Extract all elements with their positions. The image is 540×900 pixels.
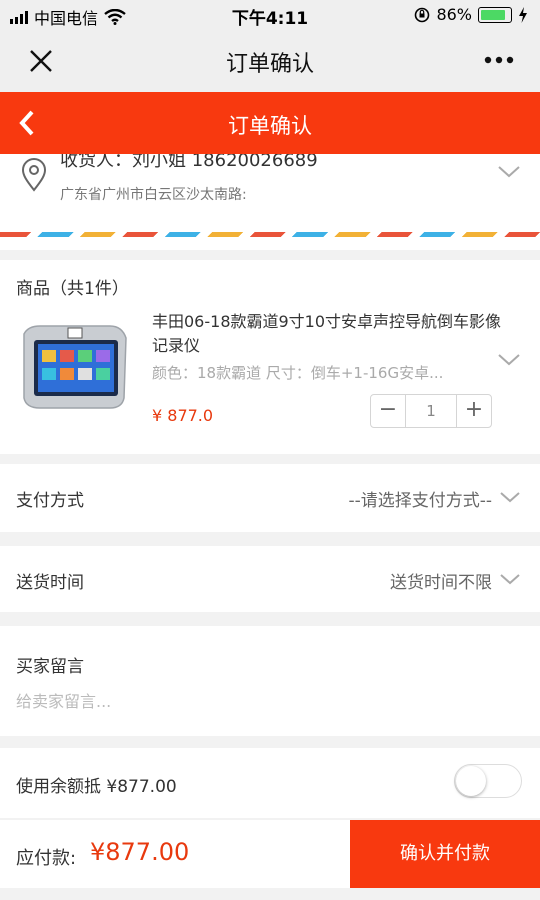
chevron-down-icon bbox=[498, 166, 520, 178]
chevron-down-icon[interactable] bbox=[498, 354, 520, 366]
product-spec: 颜色：18款霸道 尺寸：倒车+1-16G安卓... bbox=[152, 364, 444, 382]
due-label: 应付款: bbox=[16, 848, 77, 869]
address-detail: 广东省广州市白云区沙太南路: bbox=[60, 187, 247, 203]
product-image[interactable] bbox=[18, 320, 130, 416]
message-label: 买家留言 bbox=[16, 657, 84, 677]
orientation-lock-icon bbox=[415, 7, 430, 22]
balance-toggle[interactable] bbox=[454, 764, 522, 798]
message-input[interactable]: 给卖家留言... bbox=[16, 688, 111, 712]
payment-label: 支付方式 bbox=[16, 491, 84, 511]
payment-value: --请选择支付方式-- bbox=[348, 491, 492, 511]
toggle-knob bbox=[456, 766, 486, 796]
delivery-time-row[interactable]: 送货时间 送货时间不限 bbox=[0, 546, 540, 612]
battery-percent: 86% bbox=[436, 5, 472, 24]
goods-section: 商品（共1件） 丰田06-18款霸道9寸10寸安卓声控导航倒车影像记录仪 颜色：… bbox=[0, 260, 540, 454]
page-title: 订单确认 bbox=[228, 114, 312, 138]
decrease-button[interactable]: − bbox=[371, 395, 405, 427]
wechat-title: 订单确认 bbox=[225, 52, 314, 77]
quantity-stepper: − 1 + bbox=[370, 394, 492, 428]
confirm-pay-button[interactable]: 确认并付款 bbox=[350, 820, 540, 888]
bottom-spacer bbox=[0, 888, 540, 900]
wechat-nav-bar: 订单确认 bbox=[0, 30, 540, 92]
increase-button[interactable]: + bbox=[457, 395, 491, 427]
chevron-down-icon bbox=[500, 492, 520, 503]
checkout-bar: 应付款: ¥877.00 确认并付款 bbox=[0, 820, 540, 888]
receiver-info: 收货人：刘小姐 18620026689 bbox=[60, 154, 318, 171]
due-amount: ¥877.00 bbox=[90, 838, 190, 866]
status-right: 86% bbox=[414, 5, 528, 24]
address-card[interactable]: 收货人：刘小姐 18620026689 广东省广州市白云区沙太南路: bbox=[0, 154, 540, 250]
product-name[interactable]: 丰田06-18款霸道9寸10寸安卓声控导航倒车影像记录仪 bbox=[152, 310, 502, 358]
address-stripe bbox=[0, 232, 540, 237]
more-icon[interactable] bbox=[484, 56, 514, 64]
chevron-down-icon bbox=[500, 574, 520, 585]
quantity-value[interactable]: 1 bbox=[405, 395, 457, 427]
delivery-value: 送货时间不限 bbox=[390, 573, 492, 593]
balance-row: 使用余额抵 ¥877.00 bbox=[0, 748, 540, 818]
product-price: ¥ 877.0 bbox=[152, 406, 214, 425]
location-pin-icon bbox=[21, 158, 47, 192]
battery-icon bbox=[478, 6, 512, 23]
buyer-message-section: 买家留言 给卖家留言... bbox=[0, 626, 540, 736]
page-header: 订单确认 bbox=[0, 92, 540, 154]
charging-icon bbox=[519, 6, 527, 23]
goods-header: 商品（共1件） bbox=[16, 279, 129, 299]
delivery-label: 送货时间 bbox=[16, 573, 84, 593]
status-bar: 中国电信 下午4:11 86% bbox=[0, 0, 540, 30]
balance-label: 使用余额抵 ¥877.00 bbox=[16, 777, 177, 797]
payment-method-row[interactable]: 支付方式 --请选择支付方式-- bbox=[0, 464, 540, 532]
